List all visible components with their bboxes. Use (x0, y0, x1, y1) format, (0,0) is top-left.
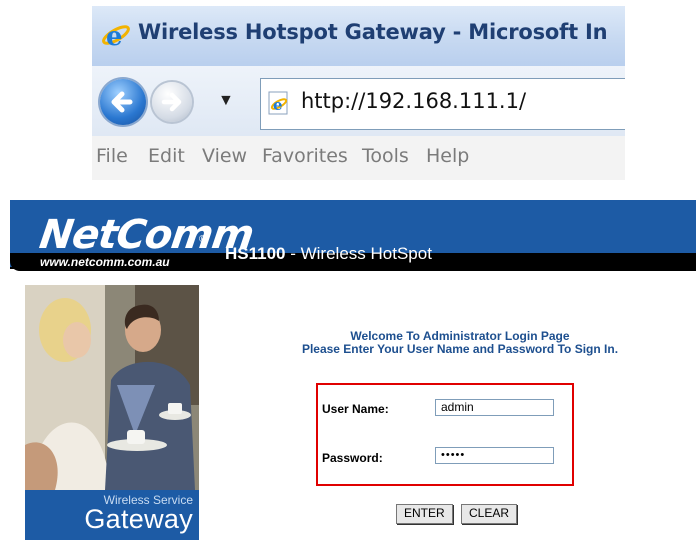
svg-text:e: e (106, 22, 123, 50)
menu-favorites[interactable]: Favorites (262, 145, 348, 167)
username-input[interactable]: admin (435, 399, 554, 416)
website-url: www.netcomm.com.au (40, 255, 170, 269)
caption-large-text: Gateway (84, 504, 193, 534)
menu-file[interactable]: File (96, 145, 128, 167)
sidebar-photo: Wireless Service Gateway (25, 285, 199, 540)
address-url: http://192.168.111.1/ (301, 89, 527, 113)
browser-navigation-bar: ▼ e http://192.168.111.1/ (92, 66, 625, 136)
welcome-message: Welcome To Administrator Login Page Plea… (270, 330, 650, 356)
menu-edit[interactable]: Edit (148, 145, 185, 167)
recent-pages-dropdown-icon[interactable]: ▼ (218, 92, 234, 110)
password-input[interactable]: ••••• (435, 447, 554, 464)
forward-button[interactable] (152, 82, 192, 122)
model-name: HS1100 (225, 244, 286, 263)
people-meeting-photo-icon (25, 285, 199, 490)
menu-bar: File Edit View Favorites Tools Help (92, 136, 625, 180)
internet-explorer-logo-icon: e (99, 20, 133, 52)
netcomm-logo: NetComm (36, 212, 257, 258)
menu-view[interactable]: View (202, 145, 247, 167)
menu-help[interactable]: Help (426, 145, 469, 167)
login-highlight-box: User Name: admin Password: ••••• (316, 383, 574, 486)
back-arrow-icon (111, 91, 133, 113)
browser-window-crop: e Wireless Hotspot Gateway - Microsoft I… (92, 6, 625, 180)
svg-text:e: e (273, 96, 283, 114)
clear-button[interactable]: CLEAR (461, 504, 518, 524)
browser-title-bar: e Wireless Hotspot Gateway - Microsoft I… (92, 6, 625, 66)
address-bar[interactable]: e http://192.168.111.1/ (260, 78, 625, 130)
product-description: - Wireless HotSpot (285, 244, 432, 263)
product-title: HS1100 - Wireless HotSpot (225, 244, 432, 264)
registered-mark: ® (199, 234, 207, 245)
password-label: Password: (322, 451, 383, 465)
sidebar-caption: Wireless Service Gateway (25, 490, 199, 540)
back-button[interactable] (100, 79, 146, 125)
welcome-line-2: Please Enter Your User Name and Password… (301, 342, 619, 356)
forward-arrow-icon (161, 92, 182, 112)
menu-tools[interactable]: Tools (362, 145, 409, 167)
username-label: User Name: (322, 402, 389, 416)
enter-button[interactable]: ENTER (396, 504, 453, 524)
page-icon: e (267, 91, 291, 115)
window-title: Wireless Hotspot Gateway - Microsoft In (138, 20, 608, 44)
